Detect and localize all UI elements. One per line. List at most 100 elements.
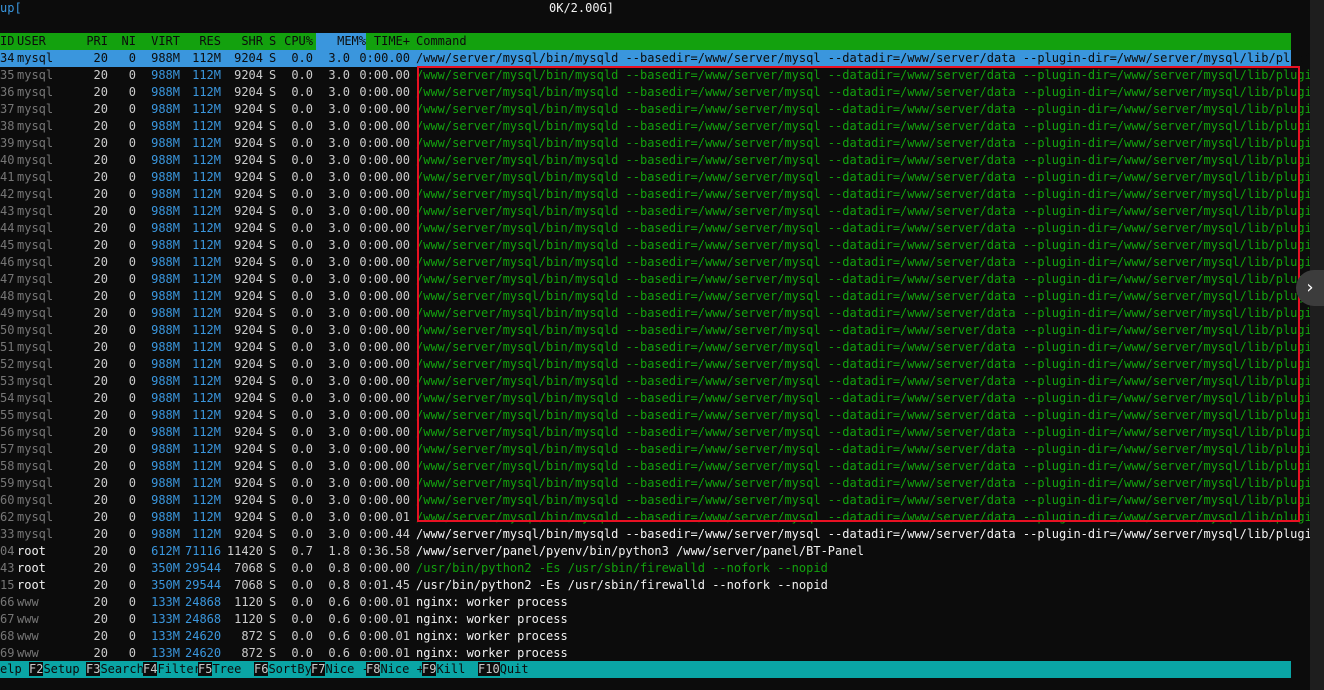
cell-pri: 20: [93, 408, 108, 422]
cell-command: nginx: worker process: [416, 646, 568, 660]
swap-meter: up[ 0K/2.00G]: [0, 0, 1291, 17]
cell-time: 0:00.00: [359, 425, 410, 439]
cell-time: 0:00.01: [359, 646, 410, 660]
fkey-f7[interactable]: F7Nice -: [311, 661, 369, 678]
cell-ni: 0: [128, 119, 136, 133]
cell-pri: 20: [93, 544, 108, 558]
cell-pri: 20: [93, 629, 108, 643]
next-arrow-icon[interactable]: ›: [1296, 270, 1324, 306]
cell-s: S: [269, 459, 277, 473]
fkey-f9[interactable]: F9Kill: [422, 661, 466, 678]
cell-shr: 9204: [234, 68, 263, 82]
cell-virt: 988M: [151, 272, 180, 286]
cell-pid: 55: [0, 408, 15, 422]
cell-ni: 0: [128, 612, 136, 626]
cell-virt: 988M: [151, 85, 180, 99]
fkey-f10[interactable]: F10Quit: [478, 661, 529, 678]
cell-mem: 3.0: [328, 136, 350, 150]
cell-shr: 9204: [234, 187, 263, 201]
cell-time: 0:00.00: [359, 374, 410, 388]
process-row[interactable]: 69 www 20 0 133M 24620 872 S 0.0 0.6 0:00.01 nginx:…: [0, 645, 1291, 662]
cell-s: S: [269, 170, 277, 184]
col-pri[interactable]: PRI: [80, 33, 108, 50]
fkey-f2[interactable]: F2Setup: [29, 661, 80, 678]
col-res[interactable]: RES: [185, 33, 221, 50]
cell-user: mysql: [17, 119, 54, 133]
cell-res: 112M: [192, 221, 221, 235]
col-shr[interactable]: SHR: [225, 33, 263, 50]
fkey-label: SortBy: [268, 662, 312, 676]
cell-ni: 0: [128, 238, 136, 252]
cell-time: 0:00.44: [359, 527, 410, 541]
cell-res: 112M: [192, 425, 221, 439]
process-row[interactable]: 43 root 20 0 350M 29544 7068 S 0.0 0.8 0:00.00/usr…: [0, 560, 1291, 577]
cell-virt: 988M: [151, 306, 180, 320]
cell-cpu: 0.0: [291, 119, 313, 133]
col-cpu[interactable]: CPU%: [279, 33, 313, 50]
cell-pid: 51: [0, 340, 15, 354]
fkey-f8[interactable]: F8Nice +: [366, 661, 424, 678]
cell-shr: 9204: [234, 238, 263, 252]
col-virt[interactable]: VIRT: [145, 33, 180, 50]
cell-user: mysql: [17, 238, 54, 252]
cell-pri: 20: [93, 595, 108, 609]
column-header-row[interactable]: ID USER PRI NI VIRT RES SHR S CPU% MEM% …: [0, 33, 1291, 50]
cell-res: 112M: [192, 204, 221, 218]
cell-mem: 3.0: [328, 391, 350, 405]
cell-cpu: 0.0: [291, 306, 313, 320]
cell-pid: 42: [0, 187, 15, 201]
fkey-f5[interactable]: F5Tree: [198, 661, 242, 678]
col-user[interactable]: USER: [17, 33, 46, 50]
cell-s: S: [269, 493, 277, 507]
fkey-f3[interactable]: F3Search: [86, 661, 144, 678]
scrollbar[interactable]: [1310, 0, 1324, 690]
cell-user: mysql: [17, 221, 54, 235]
cell-time: 0:00.00: [359, 51, 410, 65]
cell-s: S: [269, 272, 277, 286]
process-row[interactable]: 15 root 20 0 350M 29544 7068 S 0.0 0.8 0:01.45/usr…: [0, 577, 1291, 594]
process-row[interactable]: 04 root 20 0 612M 71116 11420 S 0.7 1.8 0:36.58/ww…: [0, 543, 1291, 560]
cell-shr: 9204: [234, 51, 263, 65]
cell-cpu: 0.0: [291, 102, 313, 116]
cell-res: 112M: [192, 527, 221, 541]
process-row[interactable]: 34 mysql 20 0 988M 112M 9204 S 0.0 3.0 0:00.00/www…: [0, 50, 1319, 67]
cell-cpu: 0.0: [291, 646, 313, 660]
cell-user: mysql: [17, 289, 54, 303]
cell-cpu: 0.0: [291, 612, 313, 626]
cell-mem: 3.0: [328, 425, 350, 439]
cell-res: 24868: [185, 595, 222, 609]
cell-virt: 988M: [151, 510, 180, 524]
cell-shr: 9204: [234, 357, 263, 371]
function-key-bar: elp F2Setup F3Search F4Filter F5Tree F6SortBy…: [0, 661, 1291, 678]
cell-s: S: [269, 544, 277, 558]
process-row[interactable]: 33 mysql 20 0 988M 112M 9204 S 0.0 3.0 0:00.44/www…: [0, 526, 1319, 543]
cell-virt: 988M: [151, 153, 180, 167]
cell-cpu: 0.0: [291, 459, 313, 473]
col-time[interactable]: TIME+: [355, 33, 410, 50]
process-row[interactable]: 68 www 20 0 133M 24620 872 S 0.0 0.6 0:00.01 nginx:…: [0, 628, 1291, 645]
cell-cpu: 0.0: [291, 153, 313, 167]
col-ni[interactable]: NI: [116, 33, 136, 50]
fkey-f4[interactable]: F4Filter: [143, 661, 201, 678]
cell-res: 112M: [192, 51, 221, 65]
cell-res: 112M: [192, 459, 221, 473]
cell-s: S: [269, 119, 277, 133]
cell-virt: 988M: [151, 527, 180, 541]
cell-mem: 0.6: [328, 612, 350, 626]
fkey-label: Quit: [499, 662, 529, 676]
cell-pid: 54: [0, 391, 15, 405]
process-row[interactable]: 66 www 20 0 133M 24868 1120 S 0.0 0.6 0:00.01 nginx…: [0, 594, 1291, 611]
col-command[interactable]: Command: [416, 33, 467, 50]
fkey-key: F4: [143, 662, 158, 676]
col-s[interactable]: S: [269, 33, 276, 50]
cell-virt: 133M: [151, 595, 180, 609]
cell-cpu: 0.0: [291, 408, 313, 422]
cell-s: S: [269, 408, 277, 422]
red-highlight-box: [417, 66, 1300, 522]
fkey-f1[interactable]: elp: [0, 661, 22, 678]
fkey-f6[interactable]: F6SortBy: [254, 661, 312, 678]
process-row[interactable]: 67 www 20 0 133M 24868 1120 S 0.0 0.6 0:00.01 nginx…: [0, 611, 1291, 628]
cell-ni: 0: [128, 391, 136, 405]
cell-ni: 0: [128, 442, 136, 456]
col-pid[interactable]: ID: [0, 33, 14, 50]
